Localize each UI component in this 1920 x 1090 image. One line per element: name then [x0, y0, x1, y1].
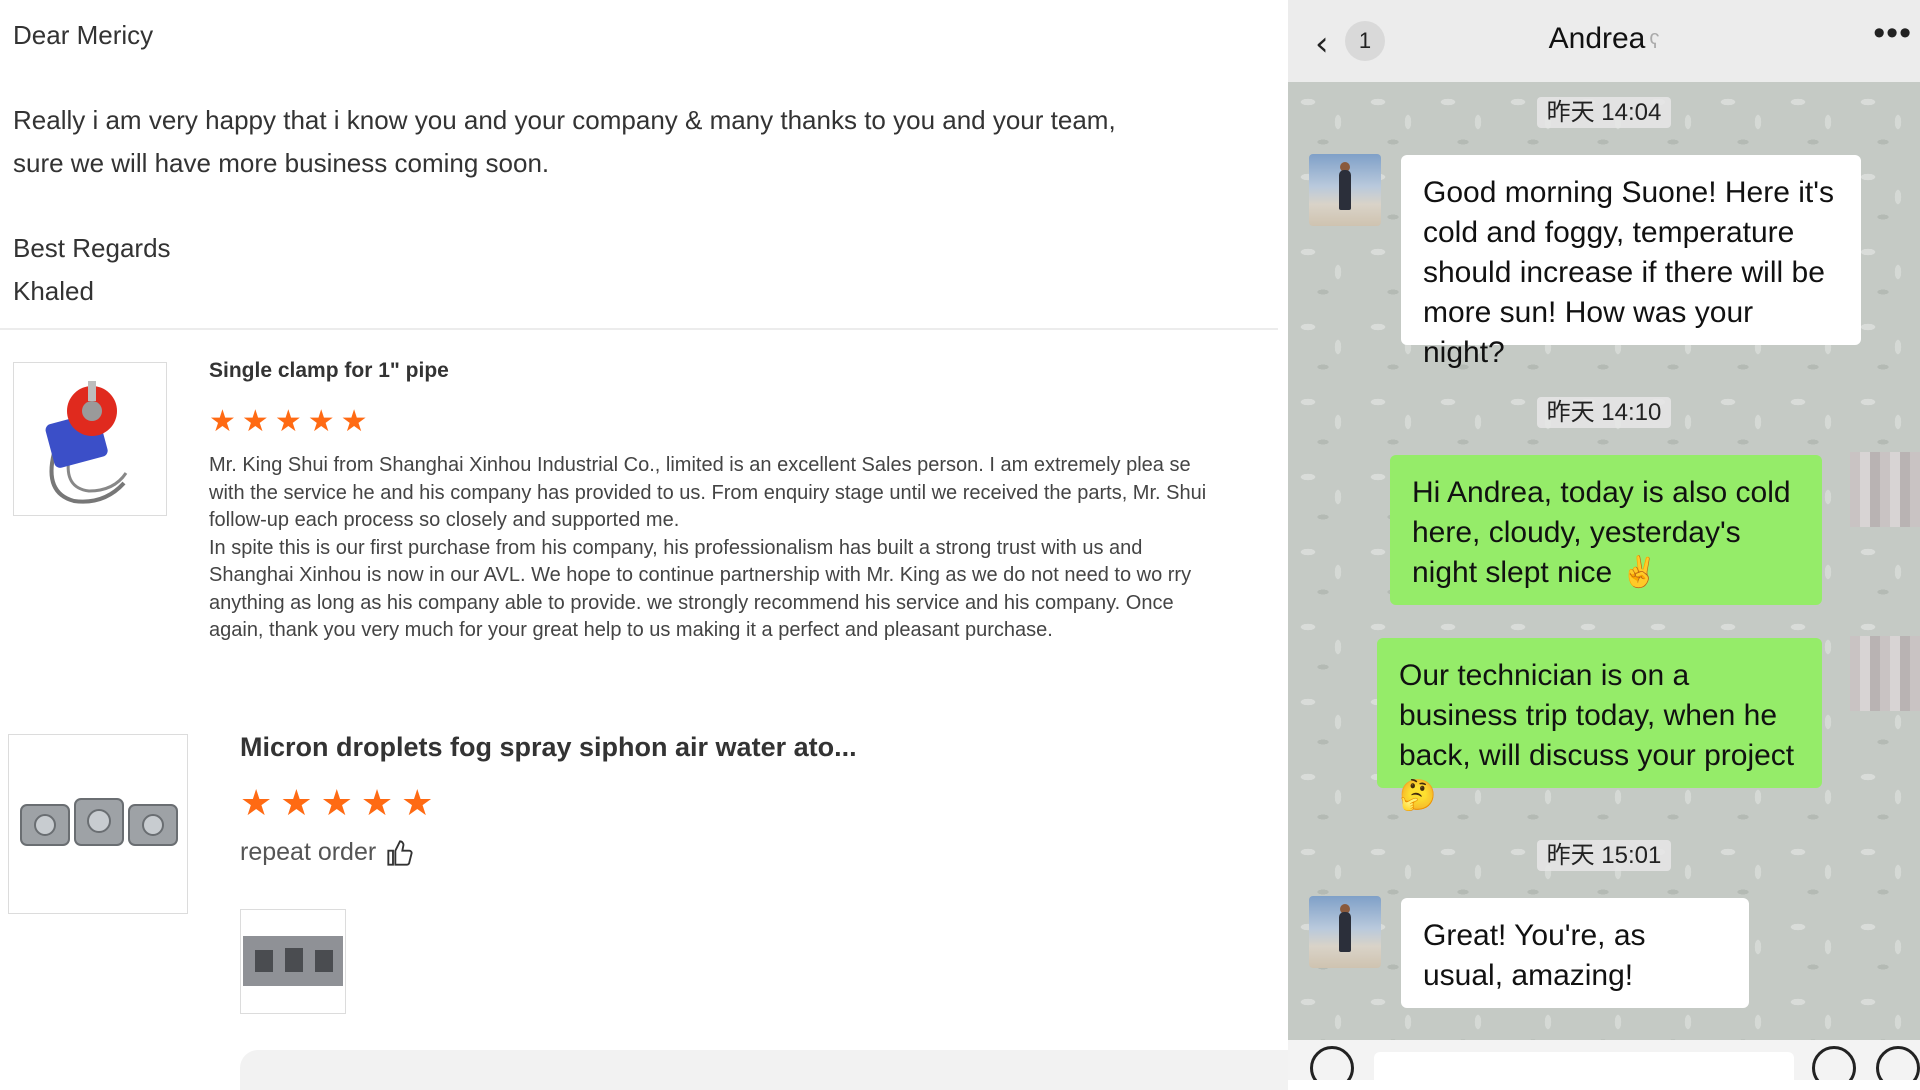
message-timestamp: 昨天 14:04: [1288, 92, 1920, 128]
star-icon: ★: [340, 405, 368, 438]
star-icon: ★: [240, 782, 273, 823]
message-input[interactable]: [1374, 1052, 1794, 1080]
email-line-1: Really i am very happy that i know you a…: [13, 104, 1116, 135]
more-dots-icon[interactable]: •••: [1873, 14, 1912, 53]
chat-header: ‹ 1 Andrea ʕ •••: [1288, 0, 1920, 82]
emoji-icon[interactable]: [1812, 1046, 1856, 1080]
review-rating: ★ ★ ★ ★ ★: [209, 404, 368, 439]
star-icon: ★: [320, 782, 353, 823]
section-divider: [0, 328, 1278, 330]
product-thumbnail-pipe-clamp[interactable]: [13, 362, 167, 516]
avatar[interactable]: [1309, 896, 1381, 968]
email-message: Dear Mericy Really i am very happy that …: [13, 14, 1116, 312]
star-icon: ★: [307, 405, 335, 438]
avatar[interactable]: [1850, 452, 1920, 527]
review-product-title[interactable]: Micron droplets fog spray siphon air wat…: [240, 732, 857, 763]
review-text: repeat order: [240, 838, 414, 867]
bottom-bar: [240, 1050, 1288, 1090]
star-icon: ★: [209, 405, 236, 438]
ear-icon: ʕ: [1649, 31, 1660, 53]
chat-panel: ‹ 1 Andrea ʕ ••• 昨天 14:04 Good morning Su…: [1288, 0, 1920, 1080]
chat-input-bar: [1288, 1040, 1920, 1080]
star-icon: ★: [280, 782, 313, 823]
email-closing: Best Regards: [13, 232, 171, 263]
star-icon: ★: [274, 405, 302, 438]
email-signature: Khaled: [13, 275, 94, 306]
email-greeting: Dear Mericy: [13, 20, 154, 50]
message-timestamp: 昨天 15:01: [1288, 835, 1920, 871]
chat-title: Andrea ʕ: [1288, 22, 1920, 56]
incoming-message[interactable]: Good morning Suone! Here it's cold and f…: [1401, 155, 1861, 369]
star-icon: ★: [401, 782, 434, 823]
message-timestamp: 昨天 14:10: [1288, 392, 1920, 428]
voice-icon[interactable]: [1310, 1046, 1354, 1080]
thumbs-up-icon: [387, 839, 413, 866]
review-comment: repeat order: [240, 838, 377, 866]
star-icon: ★: [241, 405, 269, 438]
review-text: Mr. King Shui from Shanghai Xinhou Indus…: [209, 454, 1207, 641]
incoming-message[interactable]: Great! You're, as usual, amazing!: [1401, 898, 1749, 1008]
email-line-2: sure we will have more business coming s…: [13, 147, 550, 178]
outgoing-message[interactable]: Our technician is on a business trip tod…: [1377, 638, 1822, 812]
review-rating: ★ ★ ★ ★ ★: [240, 782, 433, 824]
review-product-title[interactable]: Single clamp for 1" pipe: [209, 359, 449, 383]
contact-name: Andrea: [1548, 22, 1646, 55]
feedback-panel: Dear Mericy Really i am very happy that …: [0, 0, 1288, 1090]
star-icon: ★: [360, 782, 394, 823]
product-thumbnail-fog-nozzle[interactable]: [8, 734, 188, 914]
review-photo[interactable]: [240, 909, 346, 1014]
avatar[interactable]: [1850, 636, 1920, 711]
outgoing-message[interactable]: Hi Andrea, today is also cold here, clou…: [1390, 455, 1822, 605]
plus-icon[interactable]: [1876, 1046, 1920, 1080]
avatar[interactable]: [1309, 154, 1381, 226]
